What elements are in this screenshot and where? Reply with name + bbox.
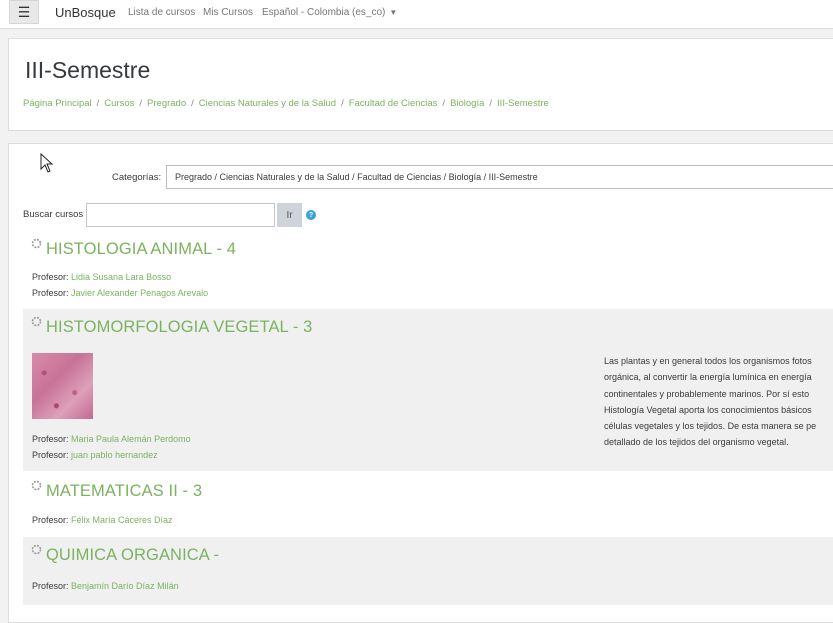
course-info-icon [31,544,42,555]
teacher-entry: Profesor: Lidia Susana Lara Bosso [32,272,171,282]
hamburger-menu-button[interactable]: ☰ [9,0,39,24]
course-link[interactable]: HISTOLOGIA ANIMAL - 4 [46,240,236,259]
summary-line: células vegetales y los tejidos. De esta… [604,421,817,432]
teacher-role: Profesor: [32,581,69,591]
course-summary: Las plantas y en general todos los organ… [604,353,833,451]
teacher-role: Profesor: [32,434,69,444]
top-navbar: ☰ UnBosque Lista de cursos Mis Cursos Es… [0,0,833,29]
breadcrumb: Página Principal / Cursos / Pregrado / Ciencia… [23,98,549,109]
course-info-icon [31,480,42,491]
breadcrumb-item-facultad[interactable]: Facultad de Ciencias [349,98,438,109]
nav-link-my-courses[interactable]: Mis Cursos [203,7,253,18]
language-menu[interactable]: Español - Colombia (es_co) ▼ [262,7,397,18]
teacher-entry: Profesor: Félix María Cáceres Díaz [32,515,173,525]
course-box: QUIMICA ORGANICA - Profesor: Benjamín Da… [23,537,833,605]
summary-line: detallado de los tejidos del organismo v… [604,437,789,448]
teacher-entry: Profesor: Benjamín Darío Díaz Milán [32,581,179,591]
course-image[interactable] [32,353,93,419]
teacher-entry: Profesor: Javier Alexander Penagos Areva… [32,288,208,298]
course-category-panel: Categorías: Pregrado / Ciencias Naturale… [8,143,833,623]
breadcrumb-item-ciencias-naturales[interactable]: Ciencias Naturales y de la Salud [199,98,336,109]
summary-line: continentales y probablemente marinos. P… [604,388,810,399]
teacher-role: Profesor: [32,272,69,282]
breadcrumb-separator: / [191,98,194,109]
teacher-entry: Profesor: juan pablo hernandez [32,450,158,460]
mouse-pointer-icon [40,153,54,173]
breadcrumb-separator: / [139,98,143,109]
search-go-button[interactable]: Ir [277,203,302,227]
breadcrumb-separator: / [442,98,446,109]
breadcrumb-separator: / [489,98,493,109]
page-header: III-Semestre Página Principal / Cursos / Pre… [8,38,833,131]
site-brand[interactable]: UnBosque [55,5,116,20]
course-link[interactable]: HISTOMORFOLOGIA VEGETAL - 3 [46,318,312,337]
teacher-link[interactable]: Javier Alexander Penagos Arevalo [71,288,208,298]
category-select[interactable]: Pregrado / Ciencias Naturales y de la Sa… [166,165,833,189]
search-courses-label: Buscar cursos [23,209,84,220]
hamburger-menu-icon: ☰ [17,3,31,20]
breadcrumb-item-biologia[interactable]: Biología [450,98,484,109]
course-link[interactable]: QUIMICA ORGANICA - [46,546,219,565]
language-menu-label: Español - Colombia (es_co) [262,7,386,18]
breadcrumb-separator: / [341,98,344,109]
course-info-icon [31,238,42,249]
course-box: MATEMATICAS II - 3 Profesor: Félix María… [23,473,833,537]
course-box: HISTOMORFOLOGIA VEGETAL - 3 Las plantas … [23,309,833,471]
teacher-role: Profesor: [32,515,69,525]
teacher-link[interactable]: Benjamín Darío Díaz Milán [71,581,179,591]
teacher-link[interactable]: Maria Paula Alemán Perdomo [71,434,191,444]
summary-line: orgánica, al convertir la energía lumíni… [604,372,812,383]
search-courses-input[interactable] [86,203,275,227]
category-label: Categorías: [112,172,162,183]
caret-down-icon: ▼ [389,8,398,17]
nav-link-course-list[interactable]: Lista de cursos [128,7,195,18]
teacher-link[interactable]: juan pablo hernandez [71,450,158,460]
course-info-icon [31,316,42,327]
breadcrumb-item-pregrado[interactable]: Pregrado [147,98,186,109]
help-icon[interactable]: ? [306,210,316,220]
teacher-link[interactable]: Lidia Susana Lara Bosso [71,272,171,282]
breadcrumb-item-home[interactable]: Página Principal [23,98,92,109]
breadcrumb-item-courses[interactable]: Cursos [104,98,134,109]
summary-line: Histología Vegetal aporta los conocimien… [604,404,812,415]
teacher-role: Profesor: [32,450,69,460]
teacher-role: Profesor: [32,288,69,298]
course-link[interactable]: MATEMATICAS II - 3 [46,482,202,501]
teacher-entry: Profesor: Maria Paula Alemán Perdomo [32,434,191,444]
summary-line: Las plantas y en general todos los organ… [604,356,812,366]
breadcrumb-item-current[interactable]: III-Semestre [497,98,549,109]
course-box: HISTOLOGIA ANIMAL - 4 Profesor: Lidia Su… [23,231,833,307]
teacher-link[interactable]: Félix María Cáceres Díaz [71,515,173,525]
breadcrumb-separator: / [96,98,100,109]
page-title: III-Semestre [25,57,151,83]
